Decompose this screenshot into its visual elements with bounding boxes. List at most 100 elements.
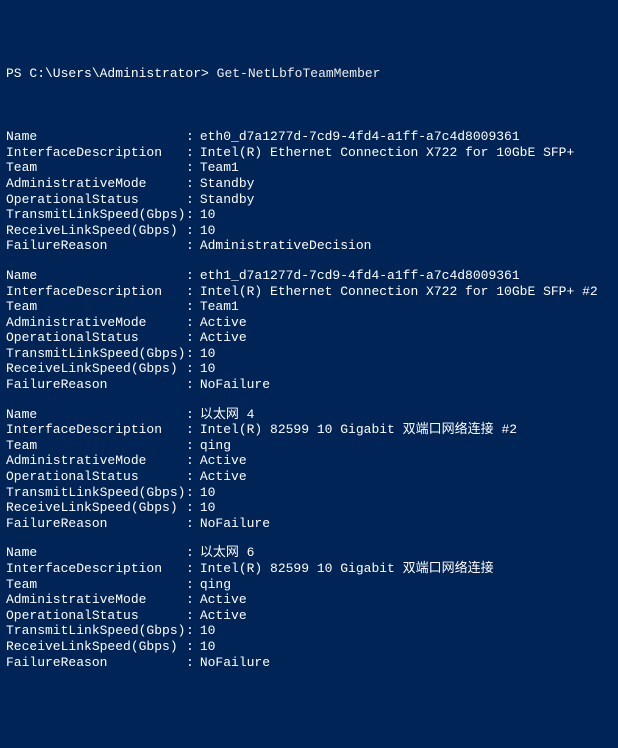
output-row: Team :Team1 [6,160,612,176]
output-row: InterfaceDescription :Intel(R) 82599 10 … [6,561,612,577]
output-row: Name :eth1_d7a1277d-7cd9-4fd4-a1ff-a7c4d… [6,268,612,284]
field-value: 10 [200,346,612,362]
output-row: InterfaceDescription :Intel(R) 82599 10 … [6,422,612,438]
output-row: AdministrativeMode :Active [6,315,612,331]
separator: : [186,438,200,454]
field-label: TransmitLinkSpeed(Gbps) [6,623,186,639]
field-label: OperationalStatus [6,330,186,346]
field-value: Active [200,592,612,608]
field-label: ReceiveLinkSpeed(Gbps) [6,639,186,655]
separator: : [186,453,200,469]
field-label: OperationalStatus [6,608,186,624]
field-label: AdministrativeMode [6,453,186,469]
field-value: Active [200,315,612,331]
field-value: qing [200,577,612,593]
separator: : [186,330,200,346]
separator: : [186,160,200,176]
field-value: 10 [200,623,612,639]
output-row: ReceiveLinkSpeed(Gbps) :10 [6,361,612,377]
field-label: Name [6,407,186,423]
output-row: OperationalStatus :Active [6,330,612,346]
field-label: AdministrativeMode [6,176,186,192]
field-value: Active [200,608,612,624]
field-label: Team [6,577,186,593]
separator: : [186,545,200,561]
field-value: AdministrativeDecision [200,238,612,254]
field-label: ReceiveLinkSpeed(Gbps) [6,223,186,239]
team-member-block: Name :eth1_d7a1277d-7cd9-4fd4-a1ff-a7c4d… [6,268,612,393]
output-row: Name :以太网 6 [6,545,612,561]
output-row: FailureReason :AdministrativeDecision [6,238,612,254]
output-row: OperationalStatus :Active [6,469,612,485]
team-member-block: Name :eth0_d7a1277d-7cd9-4fd4-a1ff-a7c4d… [6,129,612,254]
field-label: FailureReason [6,516,186,532]
field-label: TransmitLinkSpeed(Gbps) [6,346,186,362]
separator: : [186,315,200,331]
output-row: InterfaceDescription :Intel(R) Ethernet … [6,284,612,300]
output-row: FailureReason :NoFailure [6,655,612,671]
separator: : [186,639,200,655]
field-value: Team1 [200,160,612,176]
separator: : [186,238,200,254]
field-value: 10 [200,361,612,377]
field-label: Team [6,299,186,315]
separator: : [186,145,200,161]
separator: : [186,361,200,377]
separator: : [186,129,200,145]
field-label: ReceiveLinkSpeed(Gbps) [6,500,186,516]
field-label: Team [6,438,186,454]
field-label: OperationalStatus [6,192,186,208]
field-label: AdministrativeMode [6,592,186,608]
separator: : [186,422,200,438]
field-value: 以太网 4 [200,407,612,423]
prompt-line: PS C:\Users\Administrator> Get-NetLbfoTe… [6,66,612,82]
separator: : [186,346,200,362]
field-value: Active [200,330,612,346]
field-value: Intel(R) Ethernet Connection X722 for 10… [200,145,612,161]
field-value: 10 [200,639,612,655]
field-label: ReceiveLinkSpeed(Gbps) [6,361,186,377]
output-row: TransmitLinkSpeed(Gbps):10 [6,623,612,639]
team-member-block: Name :以太网 4InterfaceDescription :Intel(R… [6,407,612,532]
field-value: NoFailure [200,655,612,671]
field-value: 10 [200,207,612,223]
separator: : [186,192,200,208]
output-row: AdministrativeMode :Active [6,592,612,608]
separator: : [186,623,200,639]
output-row: Team :qing [6,438,612,454]
output-row: TransmitLinkSpeed(Gbps):10 [6,207,612,223]
output-row: TransmitLinkSpeed(Gbps):10 [6,485,612,501]
field-label: FailureReason [6,377,186,393]
field-value: Intel(R) 82599 10 Gigabit 双端口网络连接 #2 [200,422,612,438]
output-row: Team :Team1 [6,299,612,315]
separator: : [186,592,200,608]
command-output: Name :eth0_d7a1277d-7cd9-4fd4-a1ff-a7c4d… [6,129,612,670]
output-row: Name :以太网 4 [6,407,612,423]
separator: : [186,577,200,593]
field-value: qing [200,438,612,454]
field-value: Intel(R) 82599 10 Gigabit 双端口网络连接 [200,561,612,577]
output-row: OperationalStatus :Standby [6,192,612,208]
separator: : [186,500,200,516]
separator: : [186,469,200,485]
field-value: Intel(R) Ethernet Connection X722 for 10… [200,284,612,300]
field-label: AdministrativeMode [6,315,186,331]
separator: : [186,485,200,501]
command-input[interactable]: Get-NetLbfoTeamMember [217,66,381,81]
field-value: 以太网 6 [200,545,612,561]
field-value: eth0_d7a1277d-7cd9-4fd4-a1ff-a7c4d800936… [200,129,612,145]
separator: : [186,223,200,239]
output-row: AdministrativeMode :Active [6,453,612,469]
separator: : [186,284,200,300]
field-label: FailureReason [6,238,186,254]
team-member-block: Name :以太网 6InterfaceDescription :Intel(R… [6,545,612,670]
field-label: OperationalStatus [6,469,186,485]
field-value: Standby [200,176,612,192]
output-row: Name :eth0_d7a1277d-7cd9-4fd4-a1ff-a7c4d… [6,129,612,145]
separator: : [186,407,200,423]
output-row: AdministrativeMode :Standby [6,176,612,192]
separator: : [186,516,200,532]
output-row: FailureReason :NoFailure [6,377,612,393]
field-value: Active [200,453,612,469]
separator: : [186,268,200,284]
